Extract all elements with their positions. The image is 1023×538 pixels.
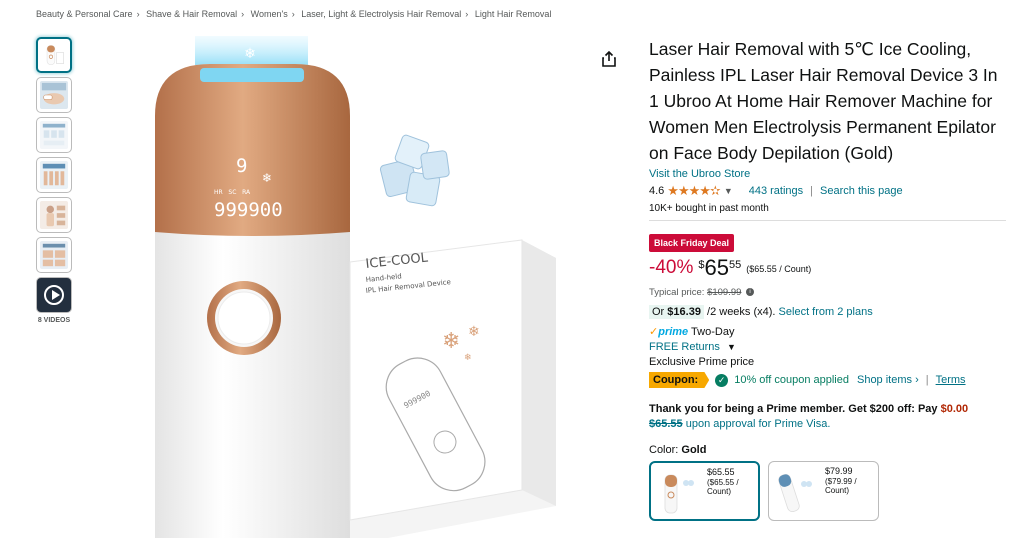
svg-text:❄: ❄	[262, 171, 272, 185]
breadcrumb-separator: ›	[136, 9, 140, 19]
thumbnail-image	[40, 121, 68, 149]
terms-link[interactable]: Terms	[936, 374, 966, 386]
shop-items-link[interactable]: Shop items ›	[857, 374, 919, 386]
bought-count: 10K+ bought in past month	[649, 203, 769, 214]
breadcrumb-separator: ›	[241, 9, 245, 19]
display-level: 9	[236, 155, 247, 177]
swatch-blue[interactable]: $79.99 ($79.99 / Count)	[768, 461, 879, 521]
breadcrumb: Beauty & Personal Care › Shave & Hair Rem…	[36, 9, 551, 19]
breadcrumb-item[interactable]: Shave & Hair Removal	[146, 9, 237, 19]
prime-offer-old-price[interactable]: $65.55	[649, 418, 683, 430]
coupon-applied-text: 10% off coupon applied	[734, 374, 849, 386]
display-count: 999900	[214, 199, 283, 221]
deal-badge: Black Friday Deal	[649, 234, 735, 252]
breadcrumb-separator: ›	[291, 9, 295, 19]
breadcrumb-item[interactable]: Women's	[251, 9, 288, 19]
swatch-unit-price: ($65.55 / Count)	[707, 478, 739, 496]
breadcrumb-item[interactable]: Laser, Light & Electrolysis Hair Removal	[301, 9, 461, 19]
chevron-down-icon[interactable]: ▼	[727, 342, 736, 352]
free-returns-row: FREE Returns ▼	[649, 341, 1009, 353]
info-icon[interactable]: i	[746, 288, 755, 297]
thumbnail-1[interactable]	[36, 37, 72, 73]
typical-price: Typical price: $109.99 i	[649, 287, 1009, 298]
videos-count-label: 8 VIDEOS	[37, 317, 71, 324]
swatch-image	[778, 473, 812, 513]
thumbnail-video[interactable]	[36, 277, 72, 313]
color-label: Color:	[649, 444, 679, 456]
thumbnail-image	[40, 161, 68, 189]
swatch-unit-price: ($79.99 / Count)	[825, 477, 857, 495]
play-icon	[44, 285, 64, 305]
breadcrumb-item[interactable]: Beauty & Personal Care	[36, 9, 133, 19]
color-selected-value: Gold	[681, 444, 707, 456]
price-row: -40% $ 65 55 ($65.55 / Count)	[649, 257, 1009, 279]
chevron-down-icon[interactable]: ▼	[724, 186, 733, 196]
price-whole: 65	[704, 255, 729, 280]
prime-offer-approval-link[interactable]: upon approval for Prime Visa.	[686, 418, 831, 430]
thumbnail-image	[40, 81, 68, 109]
swatch-price: $79.99	[825, 466, 853, 476]
display-modes: HR SC RA	[214, 189, 251, 196]
thumbnail-image	[40, 241, 68, 269]
thumbnail-image	[40, 201, 68, 229]
prime-offer-price: $0.00	[940, 403, 969, 415]
unit-price: ($65.55 / Count)	[746, 264, 812, 274]
svg-text:❄: ❄	[244, 46, 256, 62]
thumbnail-4[interactable]	[36, 157, 72, 193]
color-swatches: $65.55 ($65.55 / Count) $79.99 ($79.99 /…	[649, 461, 1009, 521]
free-returns-link[interactable]: FREE Returns	[649, 341, 720, 353]
price-fraction: 55	[728, 259, 742, 271]
installment-amount: $16.39	[667, 306, 701, 318]
swatch-price: $65.55	[707, 467, 735, 477]
installment-highlight: Or $16.39	[649, 305, 704, 319]
rating-row: 4.6 ★★★★✫ ▼ 443 ratings | Search this pa…	[649, 183, 1009, 199]
swatch-gold[interactable]: $65.55 ($65.55 / Count)	[649, 461, 760, 521]
installment-period: /2 weeks (x4).	[707, 306, 776, 318]
thumbnail-5[interactable]	[36, 197, 72, 233]
thumbnail-strip: 8 VIDEOS	[36, 37, 76, 324]
svg-text:❄: ❄	[442, 329, 460, 354]
star-rating-icon[interactable]: ★★★★✫	[667, 183, 721, 199]
exclusive-prime-price: Exclusive Prime price	[649, 356, 755, 368]
product-title: Laser Hair Removal with 5℃ Ice Cooling, …	[649, 39, 998, 163]
product-info: Laser Hair Removal with 5℃ Ice Cooling, …	[649, 36, 1009, 521]
breadcrumb-item[interactable]: Light Hair Removal	[475, 9, 552, 19]
prime-visa-offer: Thank you for being a Prime member. Get …	[649, 402, 1009, 432]
coupon-row: Coupon: ✓ 10% off coupon applied Shop it…	[649, 372, 1009, 388]
checkmark-icon: ✓	[715, 373, 729, 387]
svg-text:❄: ❄	[464, 353, 472, 363]
prime-offer-text: Thank you for being a Prime member. Get …	[649, 403, 938, 415]
coupon-badge: Coupon:	[649, 372, 710, 388]
typical-price-value: $109.99	[707, 287, 742, 298]
prime-check-icon: ✓	[649, 326, 659, 338]
thumbnail-3[interactable]	[36, 117, 72, 153]
typical-price-label: Typical price:	[649, 287, 705, 298]
store-link[interactable]: Visit the Ubroo Store	[649, 168, 1009, 180]
rating-value: 4.6	[649, 185, 665, 197]
discount-percent: -40%	[649, 257, 694, 278]
thumbnail-2[interactable]	[36, 77, 72, 113]
product-main-image[interactable]: ❄ 9 ❄ HR SC RA 999900 ICE-COOL Hand-held…	[150, 36, 570, 538]
swatch-image	[664, 474, 694, 514]
prime-logo: prime	[658, 326, 689, 338]
search-page-link[interactable]: Search this page	[820, 185, 903, 197]
divider: |	[925, 374, 929, 386]
installment-or: Or	[652, 306, 665, 318]
thumbnail-image	[41, 42, 67, 68]
svg-text:❄: ❄	[468, 324, 480, 340]
color-selector-label: Color: Gold	[649, 444, 1009, 456]
divider: |	[810, 185, 814, 197]
divider	[649, 220, 1006, 221]
thumbnail-6[interactable]	[36, 237, 72, 273]
share-icon[interactable]	[600, 50, 618, 68]
prime-two-day: Two-Day	[691, 326, 735, 338]
prime-row: ✓prime Two-Day	[649, 325, 1009, 338]
select-plans-link[interactable]: Select from 2 plans	[779, 306, 873, 318]
ratings-count-link[interactable]: 443 ratings	[749, 185, 803, 197]
breadcrumb-separator: ›	[465, 9, 469, 19]
installment-row: Or $16.39 /2 weeks (x4). Select from 2 p…	[649, 305, 1009, 319]
